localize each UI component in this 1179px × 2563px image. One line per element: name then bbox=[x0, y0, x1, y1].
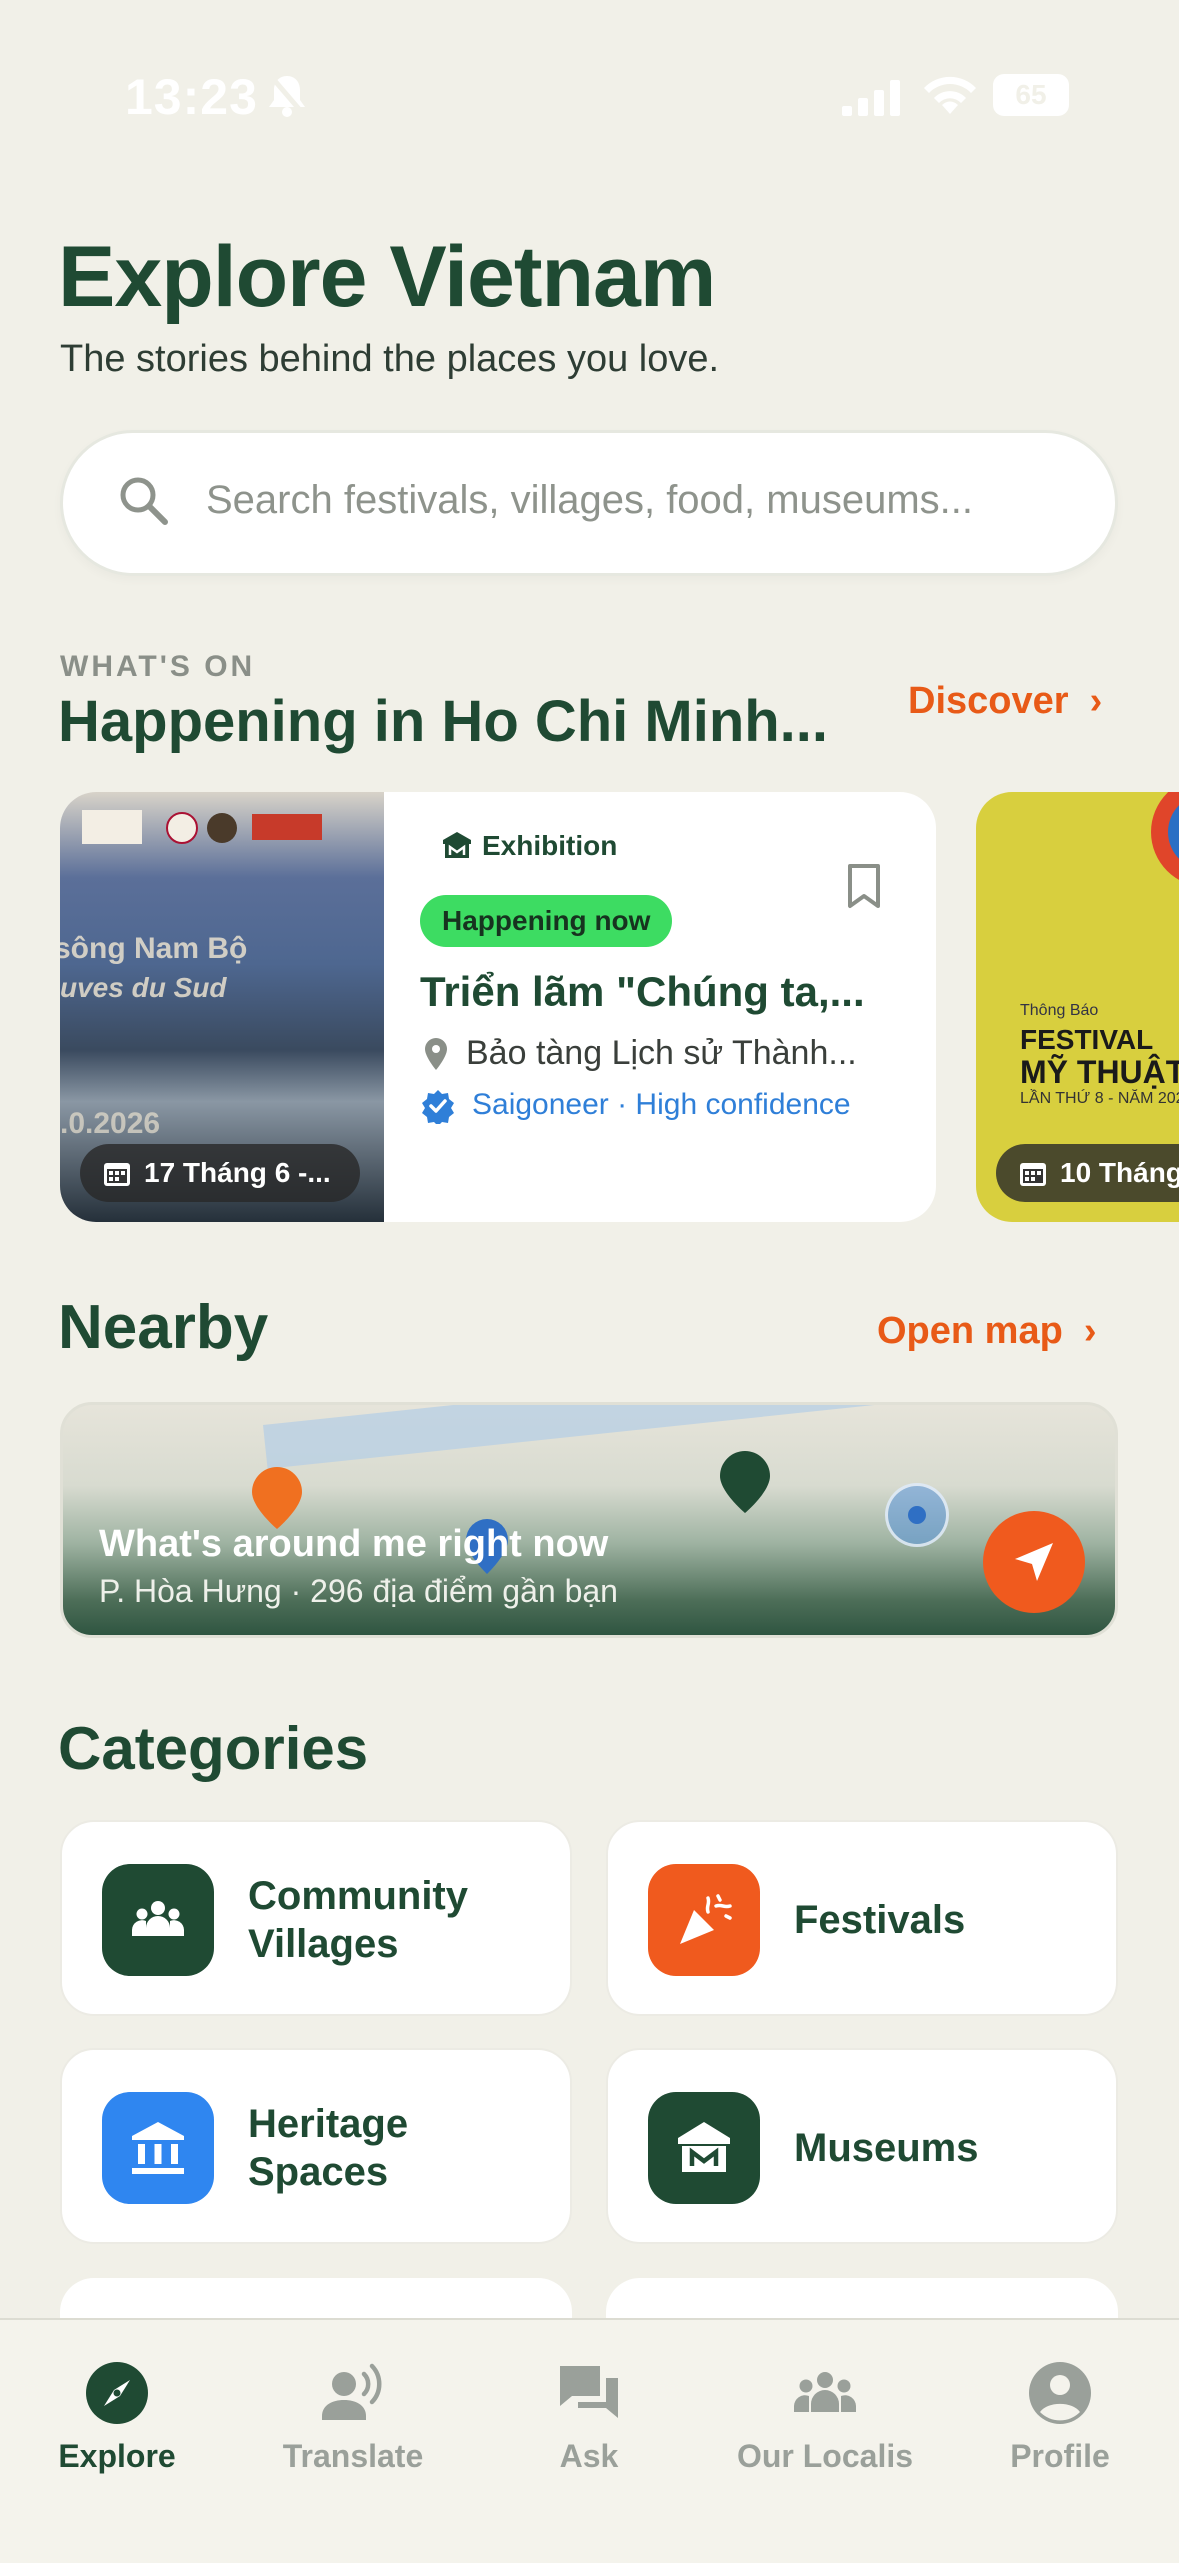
poster-text: LẦN THỨ 8 - NĂM 2026 bbox=[1020, 1090, 1179, 1107]
bell-muted-icon bbox=[267, 72, 307, 118]
party-popper-icon bbox=[648, 1864, 760, 1976]
category-label: Museums bbox=[794, 2126, 979, 2170]
event-source[interactable]: Saigoneer · High confidence bbox=[472, 1088, 851, 1122]
chevron-right-icon: › bbox=[1073, 1310, 1097, 1352]
compass-icon bbox=[86, 2362, 148, 2424]
map-road bbox=[263, 1405, 1115, 1469]
navigate-button[interactable] bbox=[983, 1511, 1085, 1613]
tab-label: Explore bbox=[58, 2438, 176, 2474]
poster-text: FESTIVAL bbox=[1020, 1024, 1154, 1055]
event-date-pill: 17 Tháng 6 -... bbox=[80, 1144, 360, 1202]
open-map-link[interactable]: Open map › bbox=[877, 1310, 1097, 1353]
group-icon bbox=[794, 2372, 856, 2412]
museum-icon bbox=[443, 832, 471, 858]
event-image-text: uves du Sud bbox=[60, 972, 227, 1003]
discover-label: Discover bbox=[908, 680, 1069, 722]
section-kicker: WHAT'S ON bbox=[60, 650, 256, 683]
calendar-icon bbox=[1020, 1163, 1046, 1186]
event-image-text: sông Nam Bộ bbox=[60, 932, 248, 965]
poster-text: MỸ THUẬT bbox=[1020, 1054, 1179, 1090]
voice-icon bbox=[322, 2363, 382, 2420]
category-label: Community Villages bbox=[248, 1874, 468, 1966]
tab-label: Ask bbox=[559, 2438, 619, 2474]
profile-icon bbox=[1029, 2362, 1091, 2424]
current-location-icon bbox=[885, 1483, 949, 1547]
status-time: 13:23 bbox=[125, 69, 258, 125]
landmark-icon bbox=[102, 2092, 214, 2204]
tab-translate[interactable]: Translate bbox=[243, 2360, 463, 2475]
event-title: Triển lãm "Chúng ta,... bbox=[420, 968, 865, 1015]
event-date: 10 Tháng bbox=[1060, 1157, 1179, 1188]
poster-artwork bbox=[1151, 792, 1179, 880]
category-festivals[interactable]: Festivals bbox=[606, 1820, 1118, 2016]
category-heritage-spaces[interactable]: Heritage Spaces bbox=[60, 2048, 572, 2244]
tab-label: Our Localis bbox=[736, 2438, 914, 2474]
tab-ask[interactable]: Ask bbox=[479, 2360, 699, 2475]
event-date-pill: 10 Tháng bbox=[996, 1144, 1179, 1202]
category-tile-peek bbox=[60, 2278, 572, 2318]
navigation-arrow-icon bbox=[1015, 1543, 1053, 1581]
page-title: Explore Vietnam bbox=[58, 229, 716, 325]
event-card[interactable]: Thông Báo FESTIVAL MỸ THUẬT LẦN THỨ 8 - … bbox=[976, 792, 1179, 1222]
tab-explore[interactable]: Explore bbox=[7, 2360, 227, 2475]
bookmark-icon[interactable] bbox=[844, 862, 884, 912]
category-tile-peek bbox=[606, 2278, 1118, 2318]
map-title: What's around me right now bbox=[99, 1523, 609, 1565]
map-pin-icon bbox=[252, 1467, 302, 1529]
page-subtitle: The stories behind the places you love. bbox=[60, 338, 720, 380]
museum-icon bbox=[648, 2092, 760, 2204]
search-icon bbox=[120, 477, 168, 525]
nearby-map-card[interactable]: What's around me right now P. Hòa Hưng ·… bbox=[60, 1402, 1118, 1638]
section-title-nearby: Nearby bbox=[58, 1293, 269, 1362]
chat-icon bbox=[560, 2366, 618, 2418]
tab-our-localis[interactable]: Our Localis bbox=[715, 2360, 935, 2475]
event-image: sông Nam Bộ uves du Sud .0.2026 17 Tháng… bbox=[60, 792, 384, 1222]
map-pin-icon bbox=[720, 1451, 770, 1513]
search-placeholder: Search festivals, villages, food, museum… bbox=[206, 478, 973, 522]
wifi-icon bbox=[924, 76, 976, 114]
event-image-text: .0.2026 bbox=[60, 1107, 161, 1140]
category-label: Festivals bbox=[794, 1898, 966, 1942]
event-category: Exhibition bbox=[482, 830, 618, 861]
location-pin-icon bbox=[425, 1038, 447, 1070]
map-subtitle: P. Hòa Hưng · 296 địa điểm gần bạn bbox=[99, 1573, 618, 1609]
status-badge: Happening now bbox=[420, 895, 673, 947]
bottom-tab-bar: Explore Translate Ask Our Localis Profil… bbox=[0, 2318, 1179, 2563]
tab-profile[interactable]: Profile bbox=[950, 2360, 1170, 2475]
category-label: Heritage Spaces bbox=[248, 2102, 409, 2194]
signal-icon bbox=[842, 80, 900, 116]
section-title-categories: Categories bbox=[58, 1715, 369, 1782]
discover-link[interactable]: Discover › bbox=[908, 680, 1102, 723]
section-title-happening: Happening in Ho Chi Minh... bbox=[58, 689, 829, 754]
event-date: 17 Tháng 6 -... bbox=[144, 1157, 331, 1188]
event-card[interactable]: sông Nam Bộ uves du Sud .0.2026 17 Tháng… bbox=[60, 792, 936, 1222]
tab-label: Profile bbox=[1010, 2438, 1110, 2474]
tab-label: Translate bbox=[282, 2438, 424, 2474]
battery-indicator: 65 bbox=[993, 74, 1069, 116]
event-venue: Bảo tàng Lịch sử Thành... bbox=[466, 1034, 857, 1072]
calendar-icon bbox=[104, 1163, 130, 1186]
museum-logos bbox=[82, 810, 322, 844]
category-museums[interactable]: Museums bbox=[606, 2048, 1118, 2244]
open-map-label: Open map bbox=[877, 1310, 1063, 1352]
chevron-right-icon: › bbox=[1079, 680, 1103, 722]
poster-text: Thông Báo bbox=[1020, 1002, 1099, 1019]
category-community-villages[interactable]: Community Villages bbox=[60, 1820, 572, 2016]
verified-icon bbox=[422, 1090, 454, 1124]
community-icon bbox=[102, 1864, 214, 1976]
